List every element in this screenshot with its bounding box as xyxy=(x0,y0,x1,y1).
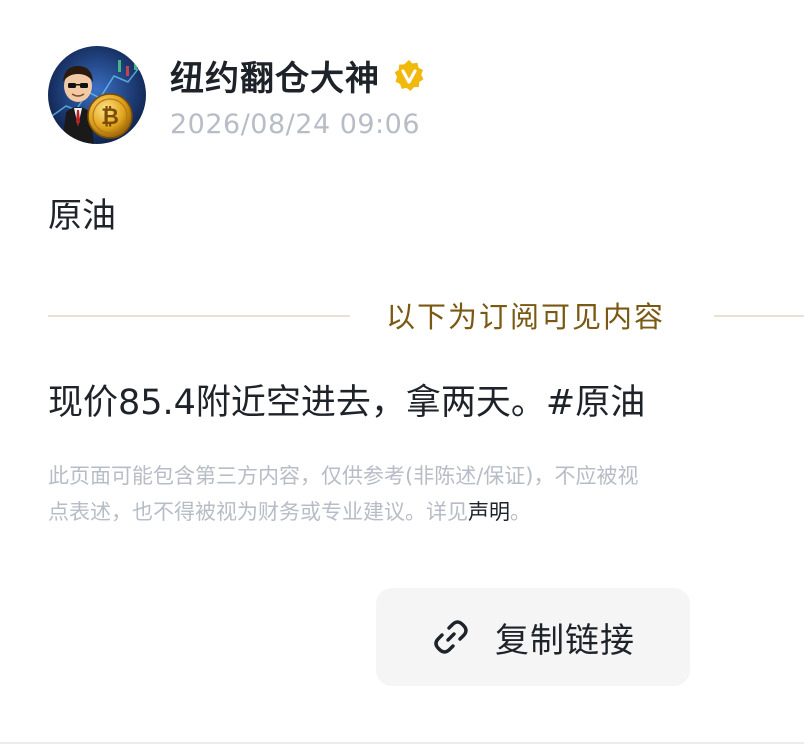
divider-line-right xyxy=(714,315,804,317)
author-name-row: 纽约翻仓大神 xyxy=(170,51,426,101)
post-timestamp: 2026/08/24 09:06 xyxy=(170,108,421,140)
disclaimer-line-2: 点表述，也不得被视为财务或专业建议。详见声明。 xyxy=(48,494,804,530)
disclaimer-line-2-end: 。 xyxy=(510,500,531,524)
link-icon xyxy=(431,617,471,657)
svg-text:₿: ₿ xyxy=(101,105,119,130)
author-info: 纽约翻仓大神 2026/08/24 09:06 xyxy=(170,51,426,140)
avatar-image: ₿ xyxy=(48,46,146,144)
post-body: 现价85.4附近空进去，拿两天。#原油 xyxy=(48,383,646,423)
author-avatar[interactable]: ₿ xyxy=(48,46,146,144)
post-title: 原油 xyxy=(48,196,116,236)
author-name[interactable]: 纽约翻仓大神 xyxy=(170,51,380,100)
subscriber-divider-label: 以下为订阅可见内容 xyxy=(386,300,666,334)
subscriber-divider: 以下为订阅可见内容 xyxy=(48,294,804,338)
disclaimer-link[interactable]: 声明 xyxy=(468,500,510,524)
disclaimer-line-1: 此页面可能包含第三方内容，仅供参考(非陈述/保证)，不应被视 xyxy=(48,464,639,488)
verified-badge-icon xyxy=(392,59,426,93)
disclaimer: 此页面可能包含第三方内容，仅供参考(非陈述/保证)，不应被视 点表述，也不得被视… xyxy=(48,458,804,530)
bottom-divider xyxy=(0,742,804,744)
divider-line-left xyxy=(48,315,350,317)
copy-link-button[interactable]: 复制链接 xyxy=(376,588,690,686)
disclaimer-line-2-text: 点表述，也不得被视为财务或专业建议。详见 xyxy=(48,500,468,524)
copy-link-label: 复制链接 xyxy=(495,620,635,661)
post-header: ₿ 纽约翻仓大神 2026/08/24 09:06 xyxy=(48,46,426,144)
